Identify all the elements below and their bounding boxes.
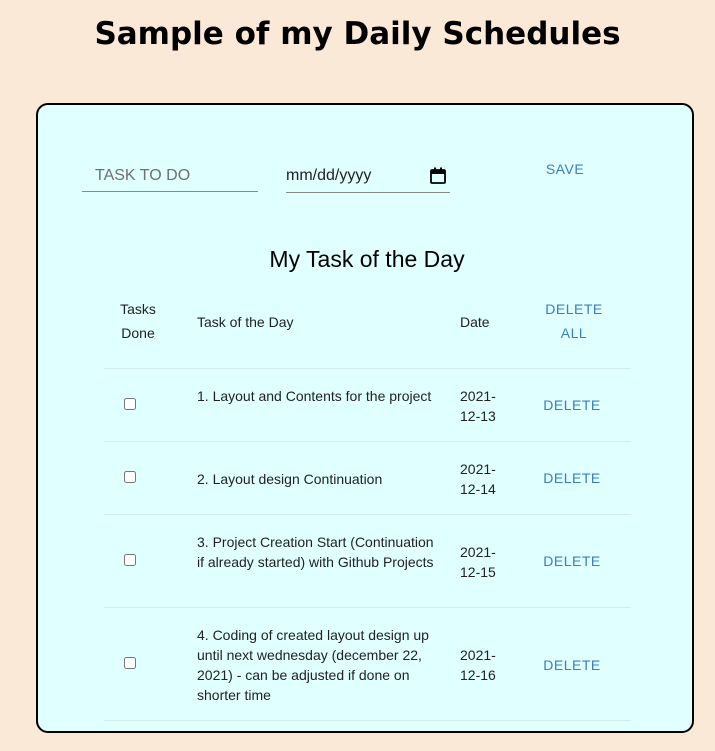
- task-text: 4. Coding of created layout design up un…: [197, 627, 429, 703]
- header-tasks-done: Tasks Done: [108, 297, 168, 345]
- task-text: 2. Layout design Continuation: [197, 471, 383, 487]
- delete-task-button[interactable]: DELETE: [538, 397, 606, 413]
- date-placeholder: mm/dd/yyyy: [286, 167, 372, 184]
- task-done-checkbox[interactable]: [124, 398, 136, 410]
- header-tasks-done-line1: Tasks: [120, 301, 156, 317]
- row-divider: [104, 441, 631, 442]
- calendar-icon[interactable]: [430, 167, 446, 184]
- task-date: 2021-12-13: [460, 388, 496, 424]
- save-button[interactable]: SAVE: [536, 157, 594, 181]
- task-date: 2021-12-15: [460, 544, 496, 580]
- delete-all-line2: ALL: [560, 325, 588, 341]
- task-text: 3. Project Creation Start (Continuation …: [197, 534, 434, 570]
- delete-task-button[interactable]: DELETE: [538, 553, 606, 569]
- task-done-checkbox[interactable]: [124, 471, 136, 483]
- delete-task-button[interactable]: DELETE: [538, 470, 606, 486]
- delete-all-button[interactable]: DELETE ALL: [538, 297, 610, 345]
- header-divider: [104, 368, 631, 369]
- page-title: Sample of my Daily Schedules: [94, 16, 621, 52]
- header-date: Date: [460, 314, 490, 330]
- schedule-card: mm/dd/yyyy SAVE My Task of the Day Tasks…: [36, 103, 694, 733]
- date-input[interactable]: mm/dd/yyyy: [286, 162, 450, 193]
- delete-all-line1: DELETE: [545, 301, 603, 317]
- task-done-checkbox[interactable]: [124, 657, 136, 669]
- header-task: Task of the Day: [197, 314, 294, 330]
- task-date: 2021-12-14: [460, 461, 496, 497]
- row-divider: [104, 607, 631, 608]
- row-divider: [104, 514, 631, 515]
- task-date: 2021-12-16: [460, 647, 496, 683]
- delete-task-button[interactable]: DELETE: [538, 657, 606, 673]
- task-done-checkbox[interactable]: [124, 554, 136, 566]
- task-input[interactable]: [82, 160, 258, 192]
- row-divider: [104, 720, 631, 721]
- header-tasks-done-line2: Done: [121, 325, 155, 341]
- task-list-title: My Task of the Day: [269, 246, 465, 272]
- task-text: 1. Layout and Contents for the project: [197, 388, 432, 404]
